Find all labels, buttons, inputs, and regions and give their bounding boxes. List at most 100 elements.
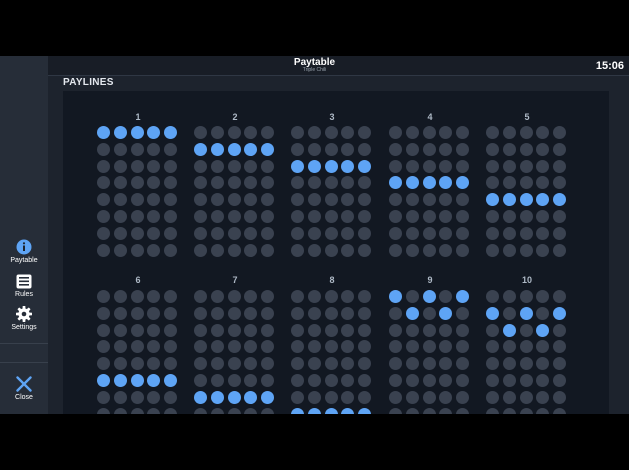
- payline-dot: [113, 243, 127, 257]
- payline-dot-active: [194, 390, 207, 404]
- payline-dot: [261, 374, 275, 387]
- payline-dot: [502, 159, 516, 173]
- payline-dot: [486, 159, 499, 173]
- payline-dot: [439, 210, 453, 223]
- sidebar-item-rules[interactable]: Rules: [0, 274, 48, 299]
- payline-dot: [164, 323, 178, 337]
- payline-dot: [502, 340, 516, 354]
- clock: 15:06: [595, 60, 624, 72]
- top-bar: Paytable Triple Chili 15:06: [0, 56, 629, 76]
- payline-number: 5: [524, 112, 530, 122]
- sidebar-item-paytable[interactable]: Paytable: [0, 239, 48, 265]
- payline-dot: [358, 306, 372, 320]
- payline-dot: [486, 243, 499, 257]
- payline-dot: [324, 126, 338, 139]
- payline-dot: [358, 340, 372, 354]
- payline-dot: [341, 193, 355, 207]
- payline-dot-active: [422, 176, 436, 190]
- payline-number: 4: [427, 112, 433, 122]
- payline-dot: [227, 243, 241, 257]
- payline-dot-active: [341, 159, 355, 173]
- payline-grid: [486, 290, 570, 414]
- payline-dot: [97, 306, 110, 320]
- payline-dot: [439, 193, 453, 207]
- payline-dot: [164, 243, 178, 257]
- payline-dot: [227, 193, 241, 207]
- payline-dot: [536, 210, 550, 223]
- payline-dot: [341, 306, 355, 320]
- payline-dot: [244, 126, 258, 139]
- payline-dot: [341, 126, 355, 139]
- payline-dot: [389, 210, 402, 223]
- payline-dot: [422, 323, 436, 337]
- payline-dot: [194, 407, 207, 414]
- payline-dot: [291, 390, 304, 404]
- payline-dot: [164, 306, 178, 320]
- payline-dot: [324, 357, 338, 371]
- payline-dot-active: [291, 407, 304, 414]
- sidebar-divider: [0, 343, 48, 344]
- payline-dot: [519, 290, 533, 303]
- payline-dot: [147, 407, 161, 414]
- payline-dot: [324, 142, 338, 156]
- payline-dot: [227, 226, 241, 240]
- payline-grid: [291, 290, 375, 414]
- payline-dot: [324, 374, 338, 387]
- payline-dot: [486, 176, 499, 190]
- payline-dot-active: [227, 390, 241, 404]
- payline-dot: [502, 126, 516, 139]
- header-divider: [48, 75, 629, 76]
- payline-dot: [389, 142, 402, 156]
- payline-dot: [97, 407, 110, 414]
- payline-dot: [553, 243, 567, 257]
- payline-dot: [341, 323, 355, 337]
- payline-dot: [486, 390, 499, 404]
- payline-dot: [147, 290, 161, 303]
- payline-dot: [358, 243, 372, 257]
- payline-dot: [405, 226, 419, 240]
- close-button[interactable]: Close: [0, 376, 48, 402]
- payline-dot: [291, 357, 304, 371]
- payline-dot: [164, 357, 178, 371]
- payline-dot-active: [405, 176, 419, 190]
- payline-dot: [113, 226, 127, 240]
- payline-dot: [97, 210, 110, 223]
- payline-dot-active: [456, 290, 470, 303]
- payline-dot: [405, 323, 419, 337]
- payline-dot: [291, 306, 304, 320]
- payline-dot: [358, 357, 372, 371]
- payline-dot: [130, 357, 144, 371]
- payline-dot: [486, 340, 499, 354]
- payline-dot: [341, 142, 355, 156]
- payline-dot: [97, 323, 110, 337]
- payline-dot: [130, 306, 144, 320]
- payline-dot: [194, 323, 207, 337]
- payline-dot: [439, 243, 453, 257]
- payline-dot-active: [307, 407, 321, 414]
- payline-dot: [97, 340, 110, 354]
- sidebar-item-settings[interactable]: Settings: [0, 306, 48, 332]
- payline-dot: [113, 407, 127, 414]
- payline-dot: [502, 390, 516, 404]
- payline-dot: [261, 323, 275, 337]
- payline-dot: [307, 142, 321, 156]
- payline-dot: [291, 323, 304, 337]
- payline-dot: [486, 210, 499, 223]
- payline-dot: [519, 176, 533, 190]
- payline-dot: [358, 142, 372, 156]
- payline-dot: [422, 226, 436, 240]
- payline-dot-active: [405, 306, 419, 320]
- payline-dot: [519, 340, 533, 354]
- game-subtitle: Triple Chili: [302, 67, 327, 73]
- payline-dot: [291, 374, 304, 387]
- payline-dot: [147, 210, 161, 223]
- payline-dot: [97, 176, 110, 190]
- payline-dot-active: [244, 390, 258, 404]
- payline-dot-active: [261, 390, 275, 404]
- payline-dot: [164, 407, 178, 414]
- payline-dot: [307, 126, 321, 139]
- payline-dot: [439, 390, 453, 404]
- sidebar-item-label: Paytable: [10, 257, 38, 264]
- payline-number: 6: [135, 275, 141, 285]
- payline-dot: [341, 357, 355, 371]
